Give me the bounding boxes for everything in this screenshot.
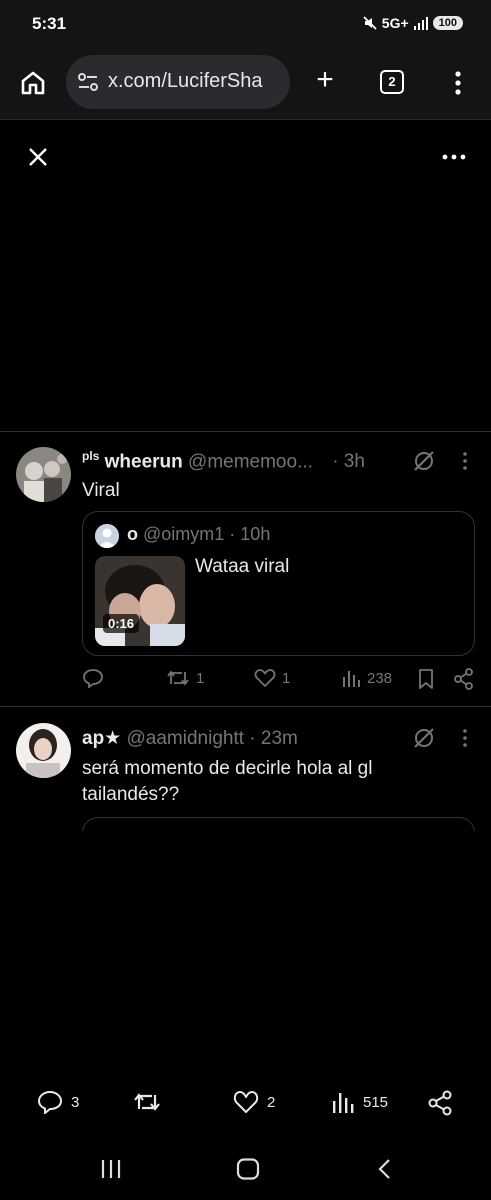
browser-toolbar: x.com/LuciferSha + 2 [0, 52, 491, 120]
system-nav-bar [0, 1140, 491, 1200]
views-icon [343, 671, 360, 687]
share-icon[interactable] [454, 668, 474, 690]
like-count: 1 [282, 669, 291, 687]
home-nav-icon[interactable] [236, 1158, 260, 1180]
tweet-text: Viral [82, 480, 120, 501]
tweet-2[interactable]: ap★ @aamidnightt · 23m será momento de d… [0, 707, 491, 831]
grok-icon[interactable] [412, 449, 436, 473]
status-time: 5:31 [32, 14, 67, 33]
quoted-header: o @oimym1 · 10h [127, 524, 270, 545]
reply-button[interactable] [82, 668, 104, 688]
avatar[interactable] [16, 447, 71, 502]
new-tab-icon[interactable]: + [312, 65, 338, 96]
tweet-header: ap★ @aamidnightt · 23m [82, 727, 298, 750]
retweet-icon [134, 1093, 160, 1111]
heart-icon [254, 669, 276, 687]
avatar[interactable] [16, 723, 71, 778]
quoted-tweet[interactable] [82, 817, 475, 831]
display-name[interactable]: wheerun [105, 451, 183, 472]
bookmark-icon[interactable] [416, 668, 436, 690]
tab-switcher-button[interactable]: 2 [380, 70, 404, 94]
retweet-icon [167, 670, 189, 686]
tweet-text: será momento de decirle hola al gl taila… [82, 758, 373, 805]
status-bar: 5:31 5G+ 100 [0, 0, 491, 52]
tweet-actions: 1 1 238 [0, 668, 491, 696]
battery-badge: 100 [432, 16, 463, 30]
reply-icon [83, 669, 103, 688]
like-button[interactable]: 2 [233, 1090, 275, 1114]
user-handle[interactable]: @mememoo... [188, 451, 313, 472]
video-thumbnail[interactable]: 0:16 [95, 556, 185, 646]
like-button[interactable]: 1 [254, 668, 290, 688]
share-icon[interactable] [428, 1090, 454, 1116]
grok-icon[interactable] [412, 726, 436, 750]
tweet-menu-icon[interactable] [457, 727, 473, 749]
browser-menu-icon[interactable] [446, 68, 470, 98]
video-duration: 0:16 [103, 614, 140, 633]
user-handle[interactable]: @aamidnightt · 23m [127, 728, 298, 749]
tweet-menu-icon[interactable] [457, 450, 473, 472]
retweet-button[interactable] [133, 1090, 161, 1114]
home-icon[interactable] [18, 68, 48, 98]
back-icon[interactable] [376, 1158, 394, 1180]
display-name[interactable]: ap★ [82, 728, 121, 749]
quoted-tweet[interactable]: o @oimym1 · 10h 0:16 Wataa viral [82, 511, 475, 656]
timestamp[interactable]: · 3h [332, 451, 365, 472]
reply-count: 3 [71, 1093, 80, 1111]
retweet-count: 1 [196, 669, 205, 687]
quoted-avatar[interactable] [95, 524, 119, 548]
views-icon [333, 1093, 354, 1113]
tweet-1[interactable]: pls wheerun @mememoo... · 3h Viral o @oi… [0, 432, 491, 706]
signal-icon [413, 17, 428, 30]
like-count: 2 [267, 1093, 276, 1111]
mute-icon [363, 16, 377, 30]
quoted-display-name[interactable]: o [127, 524, 138, 544]
views-button[interactable]: 238 [341, 668, 392, 688]
status-icons: 5G+ 100 [362, 15, 463, 31]
address-bar[interactable]: x.com/LuciferSha [66, 55, 290, 109]
display-name-prefix: pls [82, 449, 100, 463]
quoted-text: Wataa viral [195, 556, 290, 577]
views-count: 238 [367, 669, 393, 687]
reply-button[interactable]: 3 [37, 1090, 79, 1114]
reply-icon [37, 1090, 63, 1114]
views-count: 515 [363, 1093, 389, 1111]
views-button[interactable]: 515 [331, 1090, 388, 1114]
network-label: 5G+ [381, 15, 409, 31]
retweet-button[interactable]: 1 [166, 668, 204, 688]
media-actions-bar: 3 2 515 [0, 1082, 491, 1126]
tweet-header: pls wheerun @mememoo... · 3h [82, 449, 365, 473]
quoted-handle[interactable]: @oimym1 · 10h [143, 524, 270, 544]
heart-icon [233, 1091, 259, 1113]
site-settings-icon[interactable] [78, 73, 98, 91]
url-text[interactable]: x.com/LuciferSha [108, 70, 263, 93]
close-icon[interactable] [26, 145, 50, 169]
recent-apps-icon[interactable] [99, 1158, 123, 1180]
more-options-icon[interactable] [440, 146, 468, 168]
